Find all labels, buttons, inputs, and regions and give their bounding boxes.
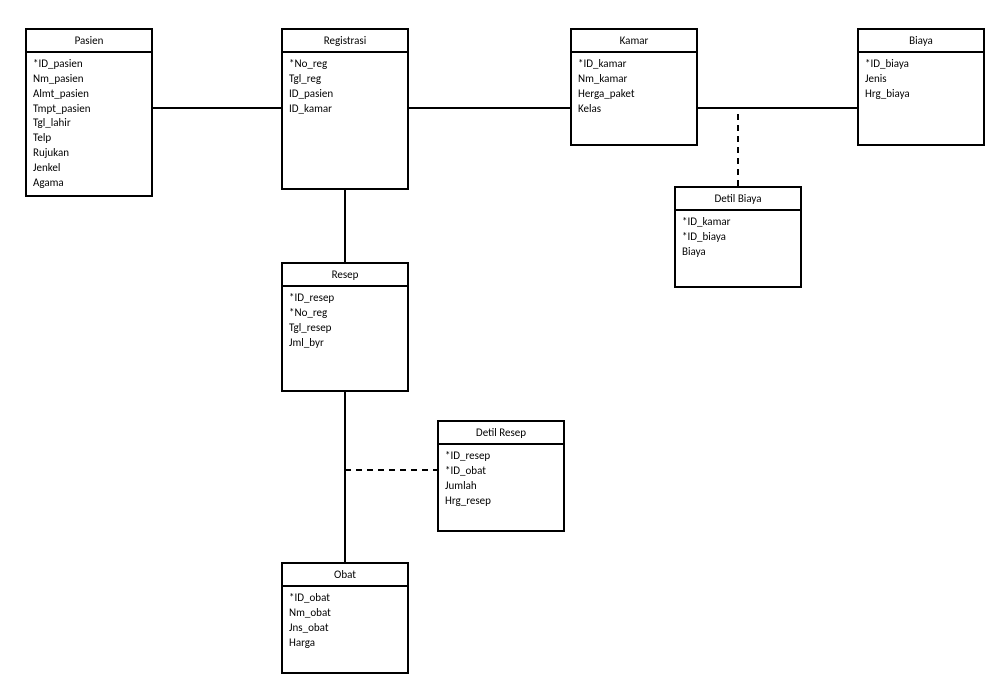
- attr: *ID_obat: [445, 464, 557, 479]
- entity-resep: Resep *ID_resep *No_reg Tgl_resep Jml_by…: [281, 262, 409, 392]
- entity-title: Obat: [283, 564, 407, 587]
- attr: Kelas: [578, 102, 690, 117]
- attr: Hrg_resep: [445, 494, 557, 509]
- entity-kamar: Kamar *ID_kamar Nm_kamar Herga_paket Kel…: [570, 28, 698, 146]
- entity-pasien: Pasien *ID_pasien Nm_pasien Almt_pasien …: [25, 28, 153, 197]
- attr: ID_kamar: [289, 102, 401, 117]
- attr: *ID_resep: [289, 291, 401, 306]
- attr: *No_reg: [289, 306, 401, 321]
- entity-attrs: *No_reg Tgl_reg ID_pasien ID_kamar: [283, 53, 407, 120]
- entity-title: Detil Biaya: [676, 188, 800, 211]
- entity-title: Pasien: [27, 30, 151, 53]
- attr: Tgl_reg: [289, 72, 401, 87]
- attr: Jml_byr: [289, 336, 401, 351]
- entity-title: Registrasi: [283, 30, 407, 53]
- attr: *ID_kamar: [578, 57, 690, 72]
- attr: Harga: [289, 636, 401, 651]
- attr: Nm_kamar: [578, 72, 690, 87]
- entity-attrs: *ID_biaya Jenis Hrg_biaya: [859, 53, 983, 106]
- entity-detil-resep: Detil Resep *ID_resep *ID_obat Jumlah Hr…: [437, 420, 565, 532]
- entity-detil-biaya: Detil Biaya *ID_kamar *ID_biaya Biaya: [674, 186, 802, 288]
- attr: Tgl_resep: [289, 321, 401, 336]
- attr: *ID_biaya: [682, 230, 794, 245]
- attr: Telp: [33, 131, 145, 146]
- entity-title: Kamar: [572, 30, 696, 53]
- attr: Rujukan: [33, 146, 145, 161]
- attr: *No_reg: [289, 57, 401, 72]
- attr: *ID_obat: [289, 591, 401, 606]
- attr: *ID_kamar: [682, 215, 794, 230]
- attr: Jenis: [865, 72, 977, 87]
- entity-attrs: *ID_resep *ID_obat Jumlah Hrg_resep: [439, 445, 563, 512]
- entity-attrs: *ID_kamar Nm_kamar Herga_paket Kelas: [572, 53, 696, 120]
- entity-attrs: *ID_pasien Nm_pasien Almt_pasien Tmpt_pa…: [27, 53, 151, 195]
- attr: *ID_pasien: [33, 57, 145, 72]
- entity-title: Resep: [283, 264, 407, 287]
- attr: ID_pasien: [289, 87, 401, 102]
- entity-registrasi: Registrasi *No_reg Tgl_reg ID_pasien ID_…: [281, 28, 409, 190]
- entity-obat: Obat *ID_obat Nm_obat Jns_obat Harga: [281, 562, 409, 674]
- attr: Jenkel: [33, 161, 145, 176]
- attr: Agama: [33, 176, 145, 191]
- attr: Biaya: [682, 245, 794, 260]
- attr: Nm_obat: [289, 606, 401, 621]
- attr: Nm_pasien: [33, 72, 145, 87]
- attr: Tgl_lahir: [33, 116, 145, 131]
- attr: Herga_paket: [578, 87, 690, 102]
- attr: Jumlah: [445, 479, 557, 494]
- attr: *ID_biaya: [865, 57, 977, 72]
- attr: Jns_obat: [289, 621, 401, 636]
- entity-title: Detil Resep: [439, 422, 563, 445]
- attr: Almt_pasien: [33, 87, 145, 102]
- entity-attrs: *ID_obat Nm_obat Jns_obat Harga: [283, 587, 407, 654]
- attr: Tmpt_pasien: [33, 102, 145, 117]
- attr: Hrg_biaya: [865, 87, 977, 102]
- entity-title: Biaya: [859, 30, 983, 53]
- entity-attrs: *ID_resep *No_reg Tgl_resep Jml_byr: [283, 287, 407, 354]
- entity-attrs: *ID_kamar *ID_biaya Biaya: [676, 211, 800, 264]
- attr: *ID_resep: [445, 449, 557, 464]
- entity-biaya: Biaya *ID_biaya Jenis Hrg_biaya: [857, 28, 985, 146]
